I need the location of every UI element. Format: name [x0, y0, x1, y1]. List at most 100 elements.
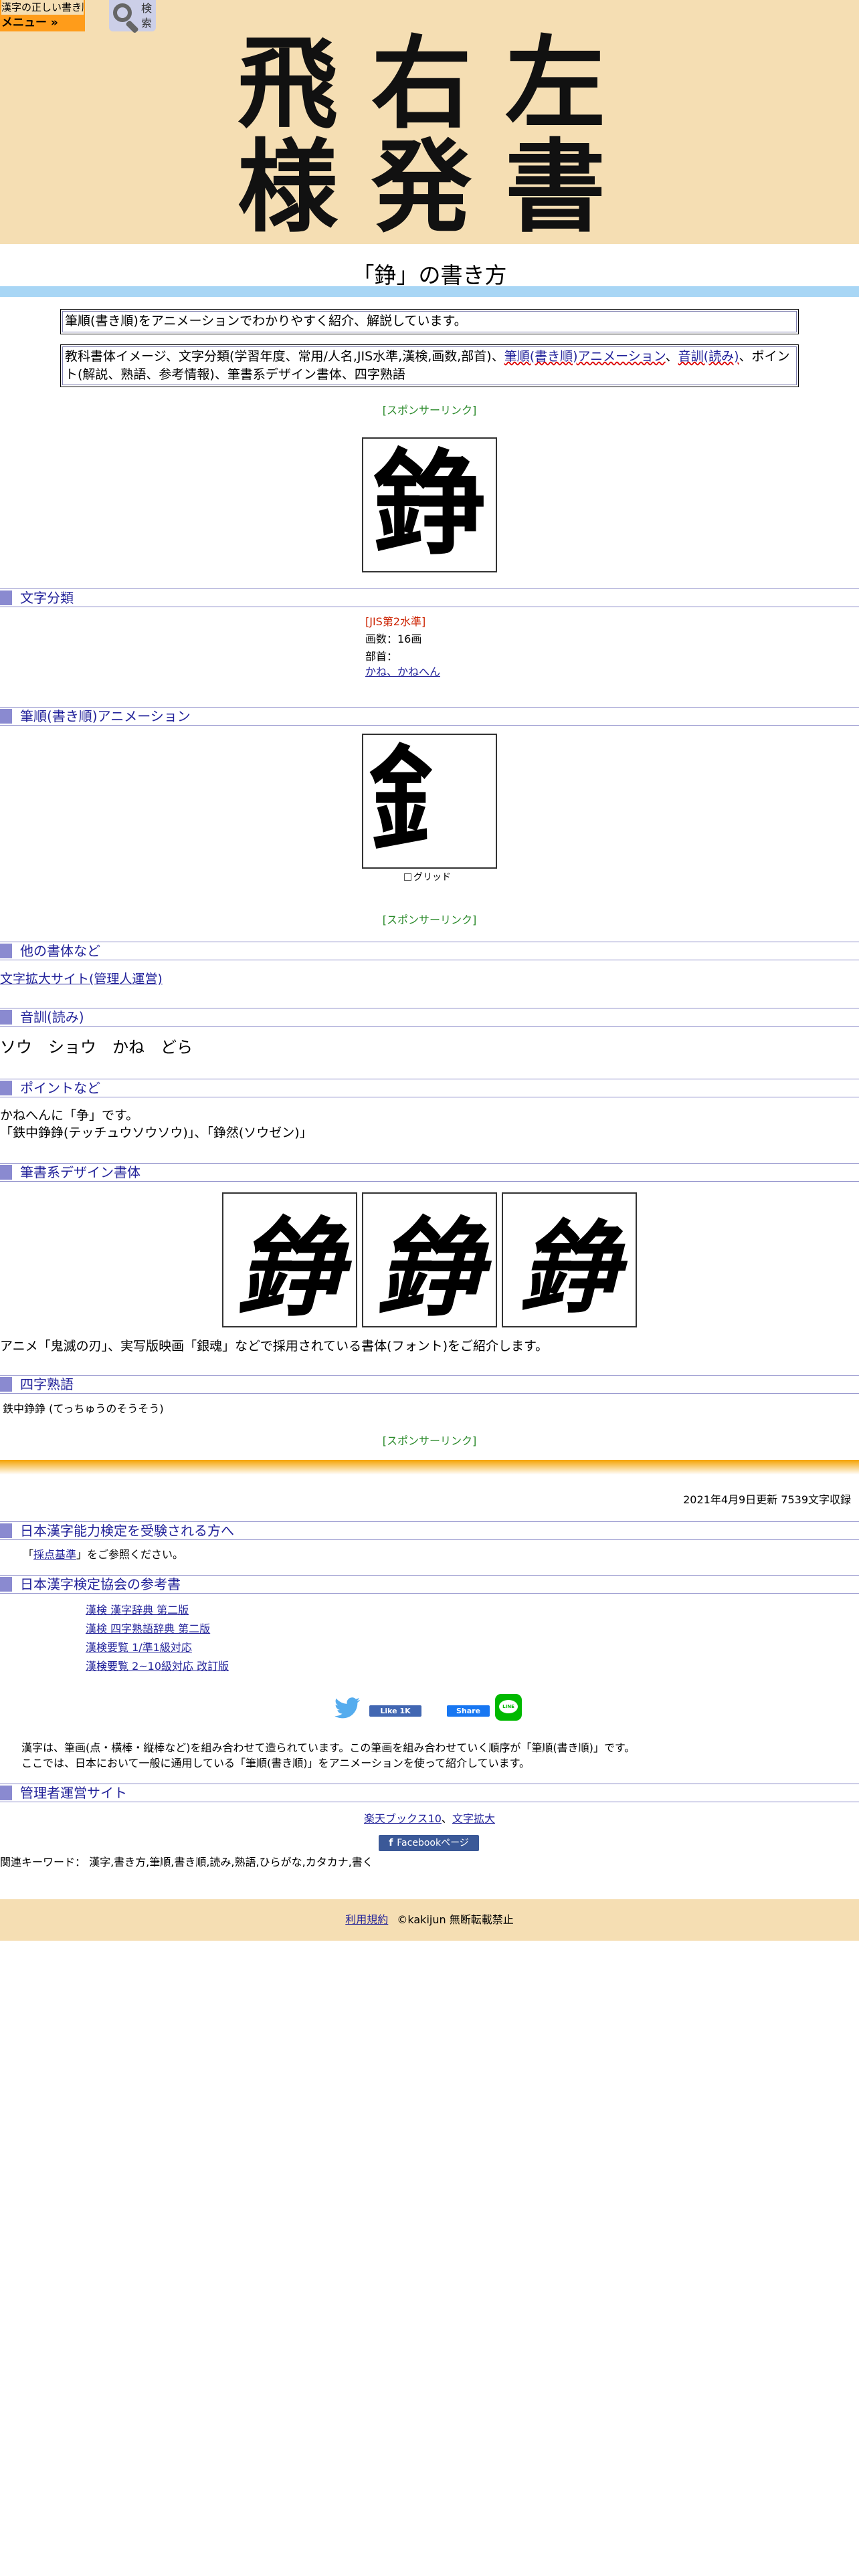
section-marker — [0, 944, 12, 958]
section-marker — [0, 1377, 12, 1392]
section-heading: 管理者運営サイト — [20, 1785, 127, 1801]
section-heading: 筆書系デザイン書体 — [20, 1164, 140, 1180]
exam-note-suffix: 」をご参照ください。 — [76, 1548, 184, 1561]
stroke-count: 画数：16画 — [365, 633, 422, 645]
section-admin-sites: 管理者運営サイト — [0, 1784, 859, 1802]
intro-note: 筆順(書き順)をアニメーションでわかりやすく紹介、解説しています。 — [60, 309, 799, 334]
title-underline-bar — [0, 286, 859, 297]
sponsor-label: [スポンサーリンク] — [382, 404, 477, 417]
site-header: 漢字の正しい書き順(筆順) メニュー » 検索 飛 右 左 様 発 書 — [0, 0, 859, 244]
section-marker — [0, 1010, 12, 1025]
banner-char: 飛 — [237, 25, 338, 142]
design-font-sample: 錚 — [502, 1192, 637, 1327]
search-icon — [113, 3, 132, 22]
section-marker — [0, 1165, 12, 1180]
twitter-icon — [335, 1697, 361, 1719]
section-reading: 音訓(読み) — [0, 1008, 859, 1027]
book-link[interactable]: 漢検要覧 1/準1級対応 — [86, 1640, 192, 1655]
section-classification: 文字分類 — [0, 588, 859, 607]
book-link[interactable]: 漢検 四字熟語辞典 第二版 — [86, 1622, 210, 1636]
section-marker — [0, 709, 12, 724]
yoji-text: 鉄中錚錚 (てっちゅうのそうそう) — [3, 1402, 164, 1415]
reading-text: ソウ ショウ かね どら — [0, 1038, 193, 1057]
section-heading: 筆順(書き順)アニメーション — [20, 708, 191, 724]
contents-note: 教科書体イメージ、文字分類(学習年度、常用/人名,JIS水準,漢検,画数,部首)… — [60, 344, 799, 387]
contents-note-text: 教科書体イメージ、文字分類(学習年度、常用/人名,JIS水準,漢検,画数,部首)… — [65, 349, 504, 364]
facebook-icon: f — [389, 1838, 393, 1848]
section-heading: 音訓(読み) — [20, 1009, 84, 1025]
design-font-sample: 錚 — [222, 1192, 357, 1331]
contents-note-sep: 、 — [665, 349, 678, 364]
facebook-page-button[interactable]: f Facebookページ — [379, 1835, 479, 1851]
banner-char: 発 — [371, 128, 472, 246]
radical-label: 部首： — [365, 650, 398, 663]
section-heading: 日本漢字能力検定を受験される方へ — [20, 1523, 234, 1539]
section-points: ポイントなど — [0, 1079, 859, 1097]
point-line: かねへんに「争」です。 — [0, 1108, 139, 1123]
design-fonts-caption: アニメ「鬼滅の刃」、実写版映画「銀魂」などで採用されている書体(フォント)をご紹… — [0, 1339, 549, 1354]
search-label: 検索 — [140, 2, 152, 29]
admin-link-sep: 、 — [441, 1812, 452, 1825]
stroke-animation-link[interactable]: 筆順(書き順)アニメーション — [504, 349, 666, 364]
related-keywords: 関連キーワード： 漢字,書き方,筆順,書き順,読み,熟語,ひらがな,カタカナ,書… — [0, 1856, 373, 1868]
section-heading: ポイントなど — [20, 1080, 100, 1096]
stroke-order-animation[interactable]: 釒 — [362, 734, 497, 869]
facebook-page-label: Facebookページ — [397, 1838, 469, 1848]
section-marker — [0, 1577, 12, 1592]
banner-char: 書 — [504, 128, 605, 246]
section-books: 日本漢字検定協会の参考書 — [0, 1575, 859, 1594]
sponsor-label: [スポンサーリンク] — [382, 914, 477, 926]
book-link[interactable]: 漢検要覧 2~10級対応 改訂版 — [86, 1659, 229, 1674]
section-marker — [0, 1081, 12, 1095]
about-text: 漢字は、筆画(点・横棒・縦棒など)を組み合わせて造られています。この筆画を組み合… — [21, 1741, 636, 1754]
scoring-criteria-link[interactable]: 採点基準 — [33, 1548, 76, 1561]
radical-link[interactable]: かね、かねへん — [365, 664, 440, 680]
jis-level: [JIS第2水準] — [365, 615, 426, 628]
twitter-share-button[interactable] — [335, 1697, 361, 1719]
banner-char: 右 — [371, 25, 472, 142]
site-logo-menu[interactable]: 漢字の正しい書き順(筆順) メニュー » — [0, 0, 85, 31]
reading-link[interactable]: 音訓(読み) — [678, 349, 739, 364]
facebook-like-button[interactable]: Like 1K — [369, 1705, 421, 1717]
menu-button[interactable]: メニュー » — [1, 15, 58, 30]
search-button[interactable]: 検索 — [109, 0, 156, 34]
main-kanji-image: 錚 — [362, 437, 497, 572]
section-divider — [0, 1460, 859, 1475]
about-text: ここでは、日本において一般に通用している「筆順(書き順)」をアニメーションを使っ… — [21, 1757, 531, 1769]
grid-toggle[interactable]: グリッド — [404, 871, 451, 884]
section-design-fonts: 筆書系デザイン書体 — [0, 1163, 859, 1182]
section-marker — [0, 591, 12, 605]
rakuten-books-link[interactable]: 楽天ブックス10 — [364, 1812, 442, 1825]
line-icon-label: LINE — [502, 1704, 514, 1709]
section-heading: 日本漢字検定協会の参考書 — [20, 1576, 181, 1592]
site-logo[interactable]: 漢字の正しい書き順(筆順) — [1, 0, 84, 15]
line-share-button[interactable]: LINE — [495, 1694, 522, 1721]
update-info: 2021年4月9日更新 7539文字収録 — [683, 1493, 851, 1506]
search-icon-handle — [125, 19, 139, 34]
exam-note-prefix: 「 — [23, 1548, 34, 1561]
site-footer: 利用規約 ©kakijun 無断転載禁止 — [0, 1899, 859, 1941]
banner-char: 様 — [237, 128, 338, 246]
intro-note-text: 筆順(書き順)をアニメーションでわかりやすく紹介、解説しています。 — [65, 314, 467, 328]
section-yoji: 四字熟語 — [0, 1375, 859, 1394]
section-marker — [0, 1523, 12, 1538]
section-heading: 四字熟語 — [20, 1376, 74, 1392]
section-marker — [0, 1786, 12, 1800]
section-exam: 日本漢字能力検定を受験される方へ — [0, 1521, 859, 1540]
admin-sites-links: 楽天ブックス10、文字拡大 — [0, 1812, 859, 1826]
section-animation: 筆順(書き順)アニメーション — [0, 707, 859, 726]
grid-label: グリッド — [413, 872, 451, 883]
text-enlarge-link[interactable]: 文字拡大 — [452, 1812, 495, 1825]
banner-calligraphy: 飛 右 左 様 発 書 — [227, 30, 629, 237]
text-enlarge-site-link[interactable]: 文字拡大サイト(管理人運営) — [0, 970, 163, 988]
terms-link[interactable]: 利用規約 — [345, 1913, 388, 1926]
facebook-share-button[interactable]: Share — [447, 1705, 490, 1717]
copyright: ©kakijun 無断転載禁止 — [397, 1913, 514, 1926]
sponsor-label: [スポンサーリンク] — [382, 1434, 477, 1447]
book-link[interactable]: 漢検 漢字辞典 第二版 — [86, 1603, 189, 1618]
grid-checkbox[interactable] — [404, 873, 411, 881]
exam-note: 「採点基準」をご参照ください。 — [23, 1547, 183, 1562]
section-heading: 文字分類 — [20, 590, 74, 606]
section-other-fonts: 他の書体など — [0, 942, 859, 960]
banner-char: 左 — [504, 25, 605, 142]
